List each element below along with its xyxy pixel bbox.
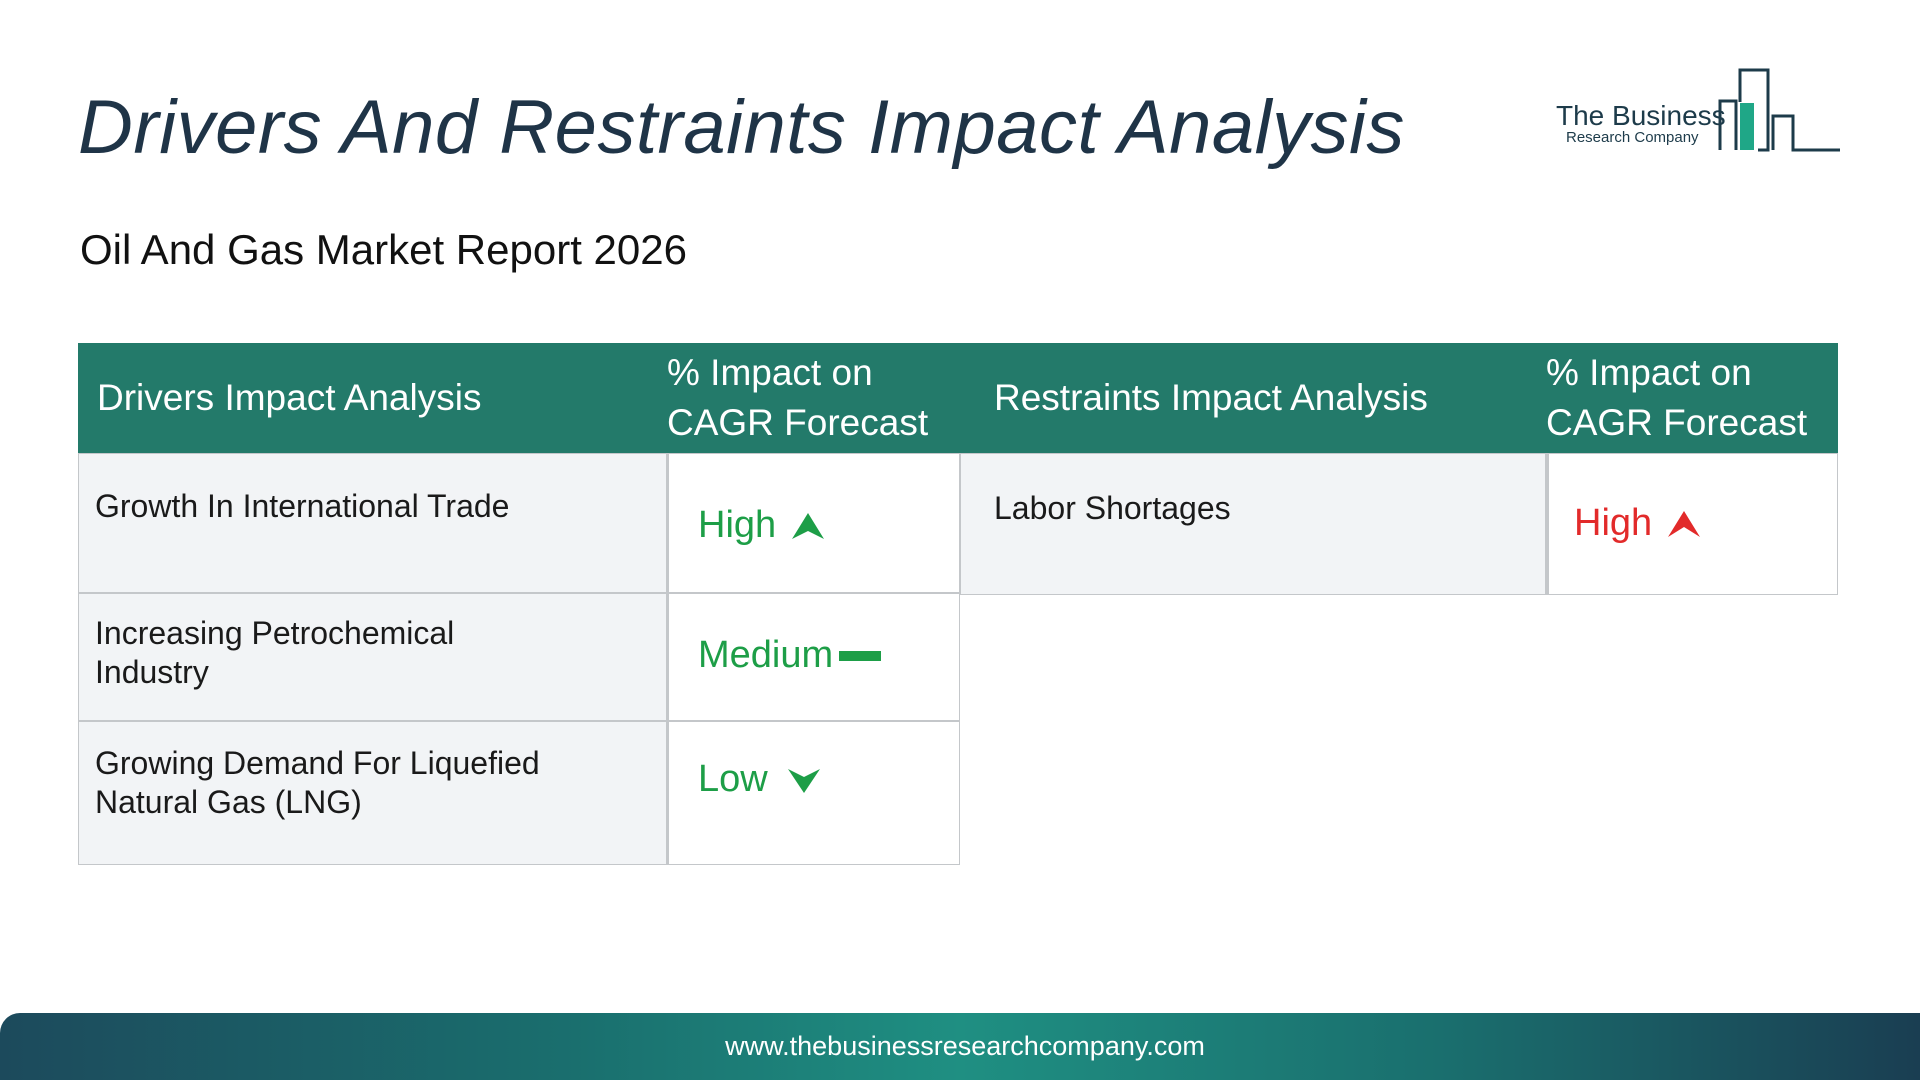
driver-name: Growth In International Trade (78, 453, 667, 593)
restraint-impact-cell: High (1546, 453, 1838, 595)
table-row: Increasing Petrochemical Industry Medium (78, 593, 960, 721)
arrow-up-icon (1668, 510, 1701, 537)
driver-name-line1: Increasing Petrochemical (95, 615, 455, 651)
company-logo: The Business Research Company (1550, 66, 1840, 156)
driver-name-line2: Natural Gas (LNG) (95, 784, 362, 820)
drivers-header-impact: % Impact on CAGR Forecast (653, 348, 928, 448)
driver-impact-cell: High (667, 453, 960, 593)
restraint-name: Labor Shortages (960, 453, 1546, 595)
restraints-header-impact: % Impact on CAGR Forecast (1546, 348, 1807, 448)
table-row: Growth In International Trade High (78, 453, 960, 593)
footer-bar: www.thebusinessresearchcompany.com (0, 1013, 1920, 1080)
arrow-up-icon (792, 512, 825, 539)
drivers-header-name: Drivers Impact Analysis (97, 377, 482, 418)
drivers-table: Drivers Impact Analysis % Impact on CAGR… (78, 343, 960, 865)
table-row: Growing Demand For Liquefied Natural Gas… (78, 721, 960, 865)
table-row: Labor Shortages High (960, 453, 1838, 595)
chevron-down-icon (787, 768, 820, 793)
driver-impact-cell: Low (667, 721, 960, 865)
driver-impact-cell: Medium (667, 593, 960, 721)
restraints-header-name: Restraints Impact Analysis (994, 377, 1428, 418)
restraints-header-impact-line1: % Impact on (1546, 352, 1752, 393)
logo-line2: Research Company (1566, 129, 1699, 146)
driver-impact-value: High (698, 504, 777, 546)
drivers-header-row: Drivers Impact Analysis % Impact on CAGR… (78, 343, 960, 453)
driver-name-line1: Growing Demand For Liquefied (95, 745, 540, 781)
footer-website-link[interactable]: www.thebusinessresearchcompany.com (715, 1031, 1205, 1062)
driver-impact-value: Low (698, 758, 768, 800)
drivers-header-impact-line1: % Impact on (667, 352, 873, 393)
page-title: Drivers And Restraints Impact Analysis (78, 85, 1405, 170)
restraints-header-impact-line2: CAGR Forecast (1546, 402, 1808, 443)
restraints-header-row: Restraints Impact Analysis % Impact on C… (960, 343, 1838, 453)
restraint-impact-value: High (1574, 502, 1653, 544)
driver-impact-value: Medium (698, 634, 834, 676)
drivers-header-impact-line2: CAGR Forecast (667, 402, 929, 443)
driver-name-line2: Industry (95, 654, 209, 690)
driver-name: Increasing Petrochemical Industry (78, 593, 667, 721)
driver-name: Growing Demand For Liquefied Natural Gas… (78, 721, 667, 865)
dash-icon (839, 650, 882, 661)
restraints-table: Restraints Impact Analysis % Impact on C… (960, 343, 1838, 595)
logo-line1: The Business (1556, 100, 1726, 131)
building-bars-icon (1718, 68, 1840, 152)
report-subtitle: Oil And Gas Market Report 2026 (80, 226, 687, 273)
